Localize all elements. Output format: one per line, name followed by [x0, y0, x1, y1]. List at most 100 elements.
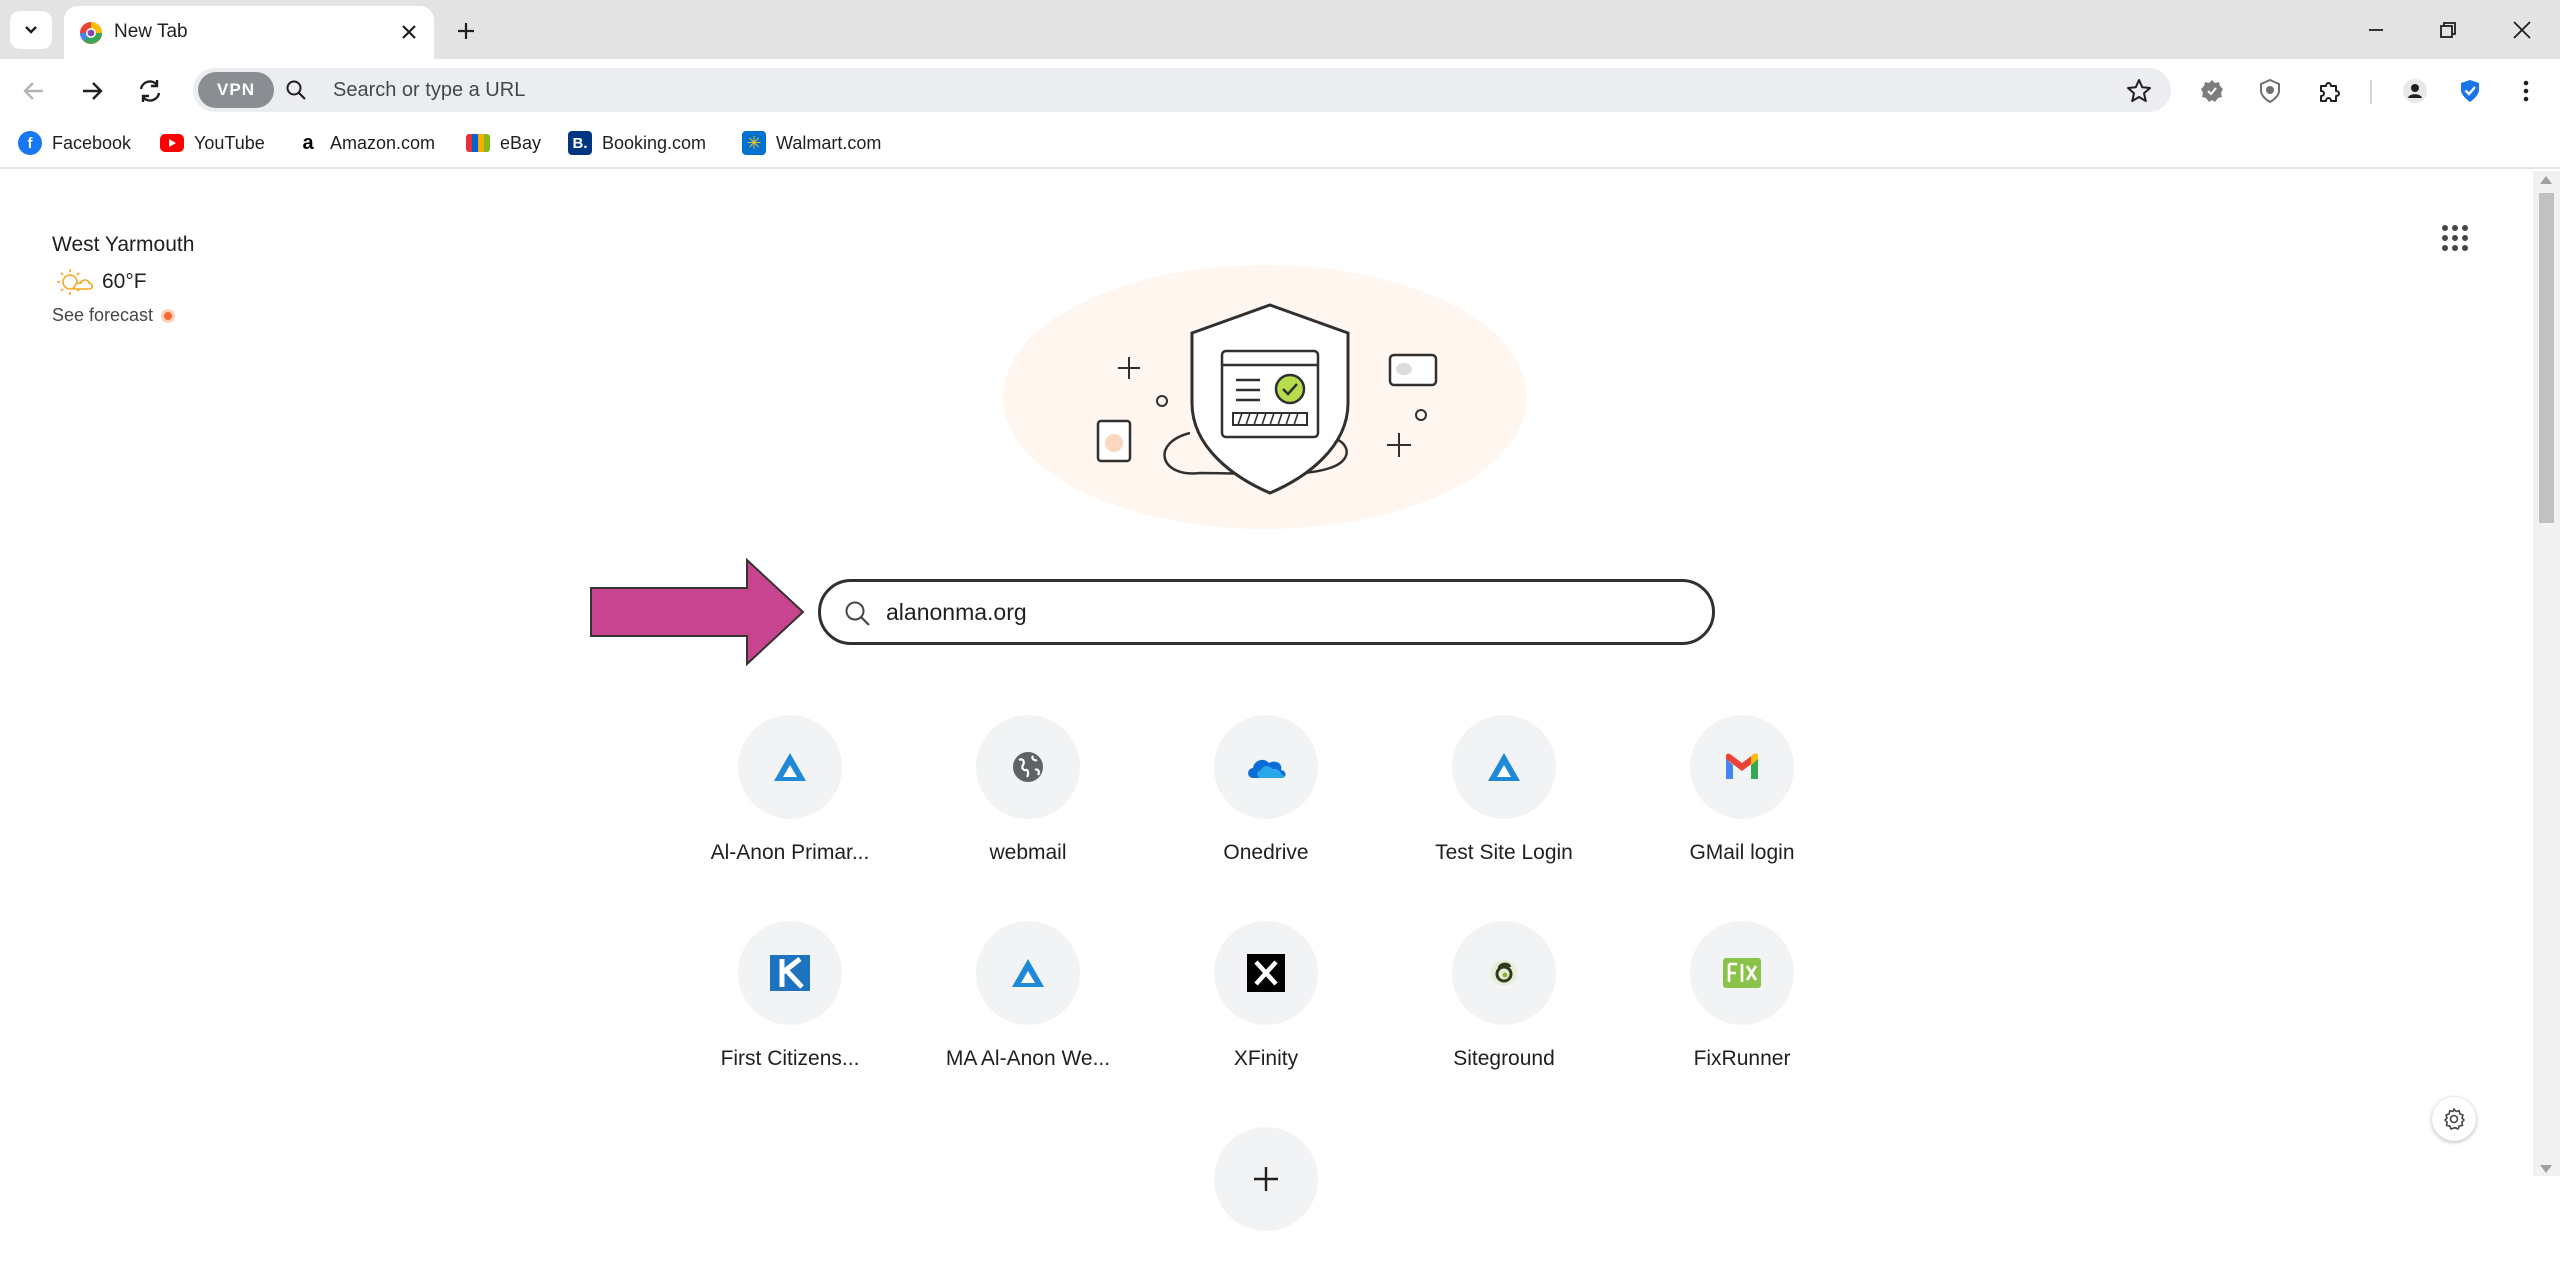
sun-cloud-icon [57, 269, 93, 295]
shortcut-icon-circle [976, 715, 1080, 819]
shortcut-first-citizens[interactable]: First Citizens... [687, 921, 887, 1081]
first-citizens-icon [770, 955, 810, 991]
restore-button[interactable] [2418, 8, 2478, 52]
page-scrollbar[interactable] [2533, 171, 2560, 1176]
blue-shield-icon [2461, 80, 2479, 102]
google-apps-icon[interactable] [2438, 221, 2472, 255]
weather-widget[interactable]: West Yarmouth 60°F See forecast [52, 233, 194, 326]
shortcut-fixrunner[interactable]: FixRunner [1639, 921, 1839, 1081]
reload-icon [139, 80, 161, 102]
extension-button-1[interactable] [2194, 73, 2230, 109]
shortcut-label: GMail login [1689, 841, 1795, 864]
bookmark-amazon[interactable]: a Amazon.com [296, 127, 435, 159]
bookmark-facebook[interactable]: f Facebook [18, 127, 131, 159]
shortcut-onedrive[interactable]: Onedrive [1163, 715, 1363, 875]
security-extension-button[interactable] [2452, 73, 2488, 109]
see-forecast-link[interactable]: See forecast [52, 305, 194, 326]
new-tab-button[interactable] [448, 13, 484, 49]
shortcut-icon-circle [738, 921, 842, 1025]
youtube-icon [160, 134, 184, 152]
plus-icon [1254, 1167, 1278, 1191]
scroll-down-arrow-icon[interactable] [2540, 1165, 2552, 1173]
al-anon-icon [774, 753, 806, 781]
vpn-badge[interactable]: VPN [198, 72, 274, 108]
globe-icon [1013, 752, 1043, 782]
minimize-button[interactable] [2346, 8, 2406, 52]
shortcut-label: FixRunner [1693, 1047, 1791, 1070]
pink-arrow-annotation [590, 558, 805, 666]
active-tab[interactable]: New Tab [64, 6, 434, 59]
vpn-label: VPN [217, 80, 255, 99]
chevron-down-icon [25, 26, 37, 34]
shortcut-label: webmail [989, 841, 1067, 864]
address-bar[interactable]: VPN Search or type a URL [193, 68, 2171, 112]
arrow-left-icon [23, 82, 43, 100]
shortcut-webmail[interactable]: webmail [925, 715, 1125, 875]
shortcut-label: Siteground [1453, 1047, 1555, 1070]
close-icon [402, 25, 416, 39]
search-box[interactable]: alanonma.org [818, 579, 1715, 645]
bookmark-label: Amazon.com [330, 132, 436, 153]
security-shield-illustration [1003, 265, 1527, 529]
address-placeholder[interactable]: Search or type a URL [333, 79, 525, 102]
bookmark-ebay[interactable]: eBay [466, 127, 541, 159]
walmart-icon: ✳ [742, 131, 766, 155]
bookmark-walmart[interactable]: ✳ Walmart.com [742, 127, 881, 159]
tab-title: New Tab [114, 21, 188, 42]
add-shortcut-button[interactable] [1163, 1127, 1363, 1287]
shortcut-gmail-login[interactable]: GMail login [1639, 715, 1839, 875]
bookmark-youtube[interactable]: YouTube [160, 127, 265, 159]
forecast-dot-icon [161, 308, 176, 323]
browser-menu-button[interactable] [2508, 73, 2544, 109]
shortcut-icon-circle [1214, 1127, 1318, 1231]
shortcut-test-site-login[interactable]: Test Site Login [1401, 715, 1601, 875]
shortcut-xfinity[interactable]: XFinity [1163, 921, 1363, 1081]
tab-close-button[interactable] [394, 17, 424, 47]
toolbar: VPN Search or type a URL [0, 59, 2560, 121]
fixrunner-icon [1723, 958, 1761, 988]
back-button[interactable] [14, 71, 54, 111]
shortcut-label: Test Site Login [1435, 841, 1573, 864]
puzzle-icon [2320, 82, 2340, 102]
profile-button[interactable] [2397, 73, 2433, 109]
toolbar-separator [2370, 80, 2372, 104]
booking-icon: B. [568, 131, 592, 155]
scroll-up-arrow-icon[interactable] [2540, 176, 2552, 184]
gear-icon [2444, 1108, 2465, 1130]
close-icon [2513, 21, 2531, 39]
shortcut-icon-circle [1690, 715, 1794, 819]
customize-page-button[interactable] [2432, 1097, 2476, 1141]
extensions-menu-button[interactable] [2312, 73, 2348, 109]
close-window-button[interactable] [2492, 8, 2552, 52]
extension-button-2[interactable] [2252, 73, 2288, 109]
bookmark-booking[interactable]: B. Booking.com [568, 127, 706, 159]
shortcut-label: Onedrive [1223, 841, 1309, 864]
shortcut-al-anon-primary[interactable]: Al-Anon Primar... [687, 715, 887, 875]
weather-temperature: 60°F [102, 270, 147, 293]
new-tab-favicon-icon [80, 22, 102, 44]
shortcut-icon-circle [1452, 715, 1556, 819]
onedrive-icon [1248, 759, 1286, 778]
reload-button[interactable] [130, 71, 170, 111]
scrollbar-thumb[interactable] [2539, 193, 2554, 523]
plus-icon [458, 23, 474, 39]
forecast-link-label: See forecast [52, 305, 154, 325]
tab-search-button[interactable] [10, 11, 52, 49]
search-icon [286, 80, 306, 100]
al-anon-icon [1488, 753, 1520, 781]
search-input-value[interactable]: alanonma.org [886, 599, 1027, 626]
bookmark-label: Booking.com [602, 132, 707, 153]
shortcut-label: First Citizens... [720, 1047, 860, 1070]
shortcut-icon-circle [1214, 715, 1318, 819]
shortcut-label: MA Al-Anon We... [945, 1047, 1111, 1070]
arrow-right-icon [83, 82, 103, 100]
bookmark-star-icon[interactable] [2125, 77, 2153, 105]
minimize-icon [2369, 29, 2383, 31]
search-icon [845, 601, 870, 626]
shortcut-ma-al-anon[interactable]: MA Al-Anon We... [925, 921, 1125, 1081]
shortcut-label: XFinity [1233, 1047, 1299, 1070]
shortcut-siteground[interactable]: Siteground [1401, 921, 1601, 1081]
forward-button[interactable] [72, 71, 112, 111]
avatar-icon [2403, 79, 2427, 103]
kebab-menu-icon [2523, 80, 2529, 102]
